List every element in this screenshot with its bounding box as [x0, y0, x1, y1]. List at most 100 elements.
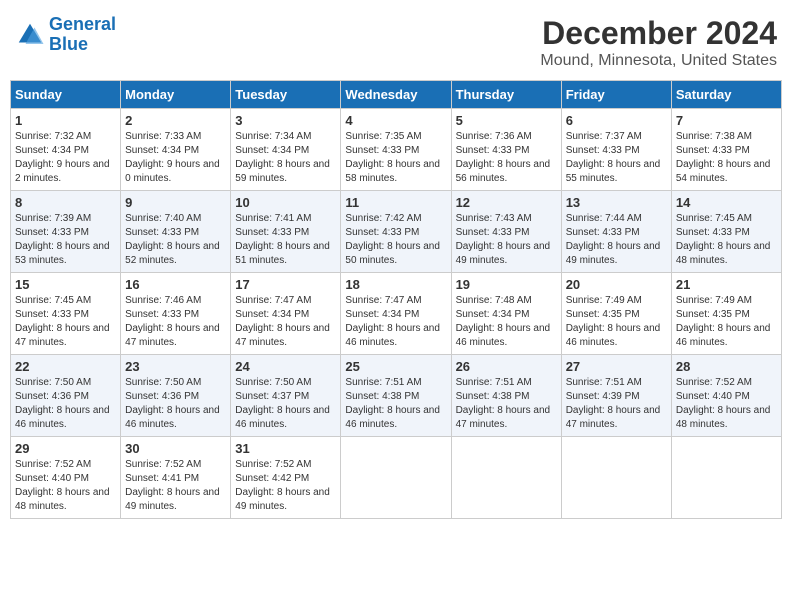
- calendar-cell: 28Sunrise: 7:52 AM Sunset: 4:40 PM Dayli…: [671, 355, 781, 437]
- day-info: Sunrise: 7:50 AM Sunset: 4:36 PM Dayligh…: [15, 376, 116, 432]
- day-number: 27: [566, 359, 667, 374]
- day-info: Sunrise: 7:38 AM Sunset: 4:33 PM Dayligh…: [676, 130, 777, 186]
- calendar-cell: 16 Sunrise: 7:46 AM Sunset: 4:33 PM Dayli…: [121, 273, 231, 355]
- day-info: Sunrise: 7:50 AM Sunset: 4:36 PM Dayligh…: [125, 376, 226, 432]
- day-number: 1: [15, 113, 116, 128]
- day-number: 9: [125, 195, 226, 210]
- calendar-cell: 22 Sunrise: 7:50 AM Sunset: 4:36 PM Dayli…: [11, 355, 121, 437]
- logo-line1: General: [49, 14, 116, 34]
- day-number: 4: [345, 113, 446, 128]
- calendar-cell: [671, 437, 781, 519]
- calendar-cell: 26 Sunrise: 7:51 AM Sunset: 4:38 PM Dayli…: [451, 355, 561, 437]
- day-header-thursday: Thursday: [451, 81, 561, 109]
- calendar-cell: 12 Sunrise: 7:43 AM Sunset: 4:33 PM Dayli…: [451, 191, 561, 273]
- day-number: 29: [15, 441, 116, 456]
- calendar-cell: [451, 437, 561, 519]
- day-number: 7: [676, 113, 777, 128]
- calendar-cell: 18 Sunrise: 7:47 AM Sunset: 4:34 PM Dayli…: [341, 273, 451, 355]
- day-info: Sunrise: 7:35 AM Sunset: 4:33 PM Dayligh…: [345, 130, 446, 186]
- day-header-wednesday: Wednesday: [341, 81, 451, 109]
- day-number: 31: [235, 441, 336, 456]
- calendar-cell: 31 Sunrise: 7:52 AM Sunset: 4:42 PM Dayli…: [231, 437, 341, 519]
- calendar-cell: 8Sunrise: 7:39 AM Sunset: 4:33 PM Daylig…: [11, 191, 121, 273]
- day-number: 25: [345, 359, 446, 374]
- calendar-cell: 1 Sunrise: 7:32 AM Sunset: 4:34 PM Daylig…: [11, 109, 121, 191]
- day-number: 23: [125, 359, 226, 374]
- day-number: 2: [125, 113, 226, 128]
- calendar-cell: 7 Sunrise: 7:38 AM Sunset: 4:33 PM Daylig…: [671, 109, 781, 191]
- day-info: Sunrise: 7:52 AM Sunset: 4:40 PM Dayligh…: [15, 458, 116, 514]
- day-info: Sunrise: 7:48 AM Sunset: 4:34 PM Dayligh…: [456, 294, 557, 350]
- day-number: 26: [456, 359, 557, 374]
- header: General Blue December 2024 Mound, Minnes…: [10, 10, 782, 70]
- day-info: Sunrise: 7:49 AM Sunset: 4:35 PM Dayligh…: [566, 294, 667, 350]
- calendar-cell: 6 Sunrise: 7:37 AM Sunset: 4:33 PM Daylig…: [561, 109, 671, 191]
- day-info: Sunrise: 7:32 AM Sunset: 4:34 PM Dayligh…: [15, 130, 116, 186]
- day-info: Sunrise: 7:51 AM Sunset: 4:39 PM Dayligh…: [566, 376, 667, 432]
- day-info: Sunrise: 7:43 AM Sunset: 4:33 PM Dayligh…: [456, 212, 557, 268]
- day-info: Sunrise: 7:34 AM Sunset: 4:34 PM Dayligh…: [235, 130, 336, 186]
- calendar-week-4: 22 Sunrise: 7:50 AM Sunset: 4:36 PM Dayli…: [11, 355, 782, 437]
- day-info: Sunrise: 7:49 AM Sunset: 4:35 PM Dayligh…: [676, 294, 777, 350]
- calendar-cell: 14Sunrise: 7:45 AM Sunset: 4:33 PM Dayli…: [671, 191, 781, 273]
- day-info: Sunrise: 7:50 AM Sunset: 4:37 PM Dayligh…: [235, 376, 336, 432]
- day-header-saturday: Saturday: [671, 81, 781, 109]
- day-number: 21: [676, 277, 777, 292]
- day-number: 16: [125, 277, 226, 292]
- day-number: 22: [15, 359, 116, 374]
- day-info: Sunrise: 7:47 AM Sunset: 4:34 PM Dayligh…: [345, 294, 446, 350]
- day-header-friday: Friday: [561, 81, 671, 109]
- calendar-week-3: 15 Sunrise: 7:45 AM Sunset: 4:33 PM Dayli…: [11, 273, 782, 355]
- day-number: 20: [566, 277, 667, 292]
- day-info: Sunrise: 7:45 AM Sunset: 4:33 PM Dayligh…: [676, 212, 777, 268]
- day-info: Sunrise: 7:51 AM Sunset: 4:38 PM Dayligh…: [345, 376, 446, 432]
- day-number: 13: [566, 195, 667, 210]
- day-number: 3: [235, 113, 336, 128]
- day-number: 17: [235, 277, 336, 292]
- day-number: 10: [235, 195, 336, 210]
- day-info: Sunrise: 7:45 AM Sunset: 4:33 PM Dayligh…: [15, 294, 116, 350]
- day-number: 18: [345, 277, 446, 292]
- calendar-header: SundayMondayTuesdayWednesdayThursdayFrid…: [11, 81, 782, 109]
- day-info: Sunrise: 7:39 AM Sunset: 4:33 PM Dayligh…: [15, 212, 116, 268]
- day-number: 19: [456, 277, 557, 292]
- day-info: Sunrise: 7:46 AM Sunset: 4:33 PM Dayligh…: [125, 294, 226, 350]
- calendar-cell: 3 Sunrise: 7:34 AM Sunset: 4:34 PM Daylig…: [231, 109, 341, 191]
- day-info: Sunrise: 7:37 AM Sunset: 4:33 PM Dayligh…: [566, 130, 667, 186]
- day-info: Sunrise: 7:52 AM Sunset: 4:41 PM Dayligh…: [125, 458, 226, 514]
- calendar-body: 1 Sunrise: 7:32 AM Sunset: 4:34 PM Daylig…: [11, 109, 782, 519]
- calendar-week-1: 1 Sunrise: 7:32 AM Sunset: 4:34 PM Daylig…: [11, 109, 782, 191]
- calendar-cell: 25 Sunrise: 7:51 AM Sunset: 4:38 PM Dayli…: [341, 355, 451, 437]
- day-number: 24: [235, 359, 336, 374]
- day-header-monday: Monday: [121, 81, 231, 109]
- day-number: 6: [566, 113, 667, 128]
- calendar-cell: 20 Sunrise: 7:49 AM Sunset: 4:35 PM Dayli…: [561, 273, 671, 355]
- day-info: Sunrise: 7:41 AM Sunset: 4:33 PM Dayligh…: [235, 212, 336, 268]
- calendar-week-5: 29 Sunrise: 7:52 AM Sunset: 4:40 PM Dayli…: [11, 437, 782, 519]
- day-header-sunday: Sunday: [11, 81, 121, 109]
- title-area: December 2024 Mound, Minnesota, United S…: [540, 15, 777, 70]
- day-number: 5: [456, 113, 557, 128]
- calendar-cell: 4 Sunrise: 7:35 AM Sunset: 4:33 PM Daylig…: [341, 109, 451, 191]
- day-info: Sunrise: 7:47 AM Sunset: 4:34 PM Dayligh…: [235, 294, 336, 350]
- logo-icon: [15, 20, 45, 50]
- calendar-cell: 5Sunrise: 7:36 AM Sunset: 4:33 PM Daylig…: [451, 109, 561, 191]
- calendar-cell: 17 Sunrise: 7:47 AM Sunset: 4:34 PM Dayli…: [231, 273, 341, 355]
- subtitle: Mound, Minnesota, United States: [540, 52, 777, 70]
- day-number: 12: [456, 195, 557, 210]
- day-info: Sunrise: 7:52 AM Sunset: 4:42 PM Dayligh…: [235, 458, 336, 514]
- day-number: 15: [15, 277, 116, 292]
- day-info: Sunrise: 7:51 AM Sunset: 4:38 PM Dayligh…: [456, 376, 557, 432]
- calendar-cell: 23 Sunrise: 7:50 AM Sunset: 4:36 PM Dayli…: [121, 355, 231, 437]
- day-info: Sunrise: 7:33 AM Sunset: 4:34 PM Dayligh…: [125, 130, 226, 186]
- day-info: Sunrise: 7:52 AM Sunset: 4:40 PM Dayligh…: [676, 376, 777, 432]
- main-title: December 2024: [540, 15, 777, 52]
- day-header-row: SundayMondayTuesdayWednesdayThursdayFrid…: [11, 81, 782, 109]
- logo-text: General Blue: [49, 15, 116, 55]
- logo: General Blue: [15, 15, 116, 55]
- calendar-cell: 27 Sunrise: 7:51 AM Sunset: 4:39 PM Dayli…: [561, 355, 671, 437]
- calendar-cell: 9Sunrise: 7:40 AM Sunset: 4:33 PM Daylig…: [121, 191, 231, 273]
- calendar-cell: 13 Sunrise: 7:44 AM Sunset: 4:33 PM Dayli…: [561, 191, 671, 273]
- calendar-cell: 11Sunrise: 7:42 AM Sunset: 4:33 PM Dayli…: [341, 191, 451, 273]
- day-info: Sunrise: 7:44 AM Sunset: 4:33 PM Dayligh…: [566, 212, 667, 268]
